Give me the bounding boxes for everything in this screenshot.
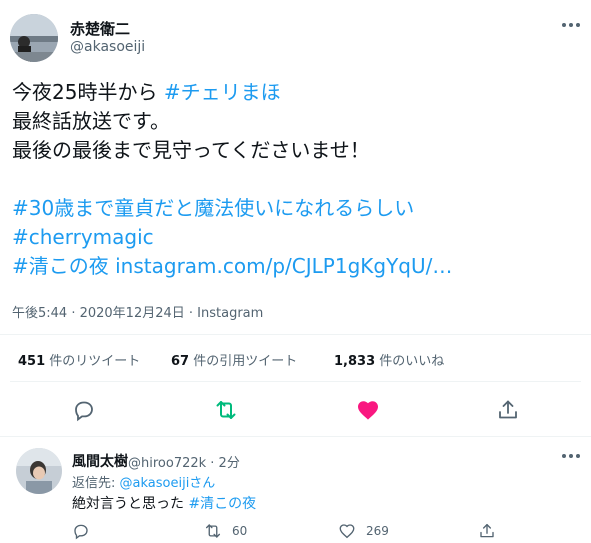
replying-to: 返信先: @akasoeijiさん: [72, 472, 215, 491]
retweet-icon: [205, 524, 221, 538]
retweet-count-label: 件のリツイート: [49, 354, 141, 369]
hashtag-link[interactable]: #cherrymagic: [12, 225, 154, 249]
quote-count-link[interactable]: 67 件の引用ツイート: [171, 350, 297, 369]
reply-like-count: 269: [366, 524, 389, 538]
text-segment: 最終話放送です。: [12, 109, 170, 133]
tweet-line: 最終話放送です。: [12, 107, 452, 136]
tweet-text: 今夜25時半から #チェリまほ 最終話放送です。 最後の最後まで見守ってください…: [12, 78, 452, 281]
like-count-label: 件のいいね: [379, 354, 445, 369]
tweet-line: #30歳まで童貞だと魔法使いになれるらしい: [12, 194, 452, 223]
more-icon[interactable]: [562, 450, 582, 464]
text-segment: 今夜25時半から: [12, 80, 164, 104]
author-display-name[interactable]: 赤楚衛二: [70, 18, 130, 39]
reply-icon[interactable]: [72, 398, 96, 422]
text-segment: 絶対言うと思った: [72, 496, 189, 512]
author-handle[interactable]: @akasoeiji: [70, 39, 145, 55]
like-count-link[interactable]: 1,833 件のいいね: [334, 350, 444, 369]
divider: [0, 334, 591, 335]
like-button[interactable]: 269: [338, 522, 389, 540]
author-avatar[interactable]: [10, 14, 58, 62]
reply-retweet-count: 60: [232, 524, 248, 538]
external-link[interactable]: instagram.com/p/CJLP1gKgYqU/…: [115, 254, 452, 278]
like-count: 1,833: [334, 354, 376, 369]
retweet-icon[interactable]: [214, 398, 238, 422]
reply-icon[interactable]: [72, 522, 90, 540]
divider: [10, 381, 581, 382]
tweet-line: #清この夜 instagram.com/p/CJLP1gKgYqU/…: [12, 252, 452, 281]
main-tweet: 赤楚衛二 @akasoeiji 今夜25時半から #チェリまほ 最終話放送です。…: [0, 0, 591, 437]
retweet-button[interactable]: 60: [204, 522, 247, 540]
reply-tweet[interactable]: 風間太樹 @hiroo722k · 2分 返信先: @akasoeijiさん 絶…: [0, 438, 591, 543]
tweet-line: 今夜25時半から #チェリまほ: [12, 78, 452, 107]
hashtag-link[interactable]: #30歳まで童貞だと魔法使いになれるらしい: [12, 196, 414, 220]
tweet-line: #cherrymagic: [12, 223, 452, 252]
share-icon[interactable]: [478, 522, 496, 540]
reply-text: 絶対言うと思った #清この夜: [72, 493, 256, 513]
retweet-count-link[interactable]: 451 件のリツイート: [18, 350, 140, 369]
like-icon: [339, 524, 355, 539]
hashtag-link[interactable]: #清この夜: [188, 496, 256, 512]
like-icon[interactable]: [356, 398, 380, 422]
text-segment: 最後の最後まで見守ってくださいませ！: [12, 138, 370, 162]
quote-count-label: 件の引用ツイート: [193, 354, 298, 369]
hashtag-link[interactable]: #チェリまほ: [164, 80, 281, 104]
quote-count: 67: [171, 354, 190, 369]
share-icon[interactable]: [496, 398, 520, 422]
reply-author-handle[interactable]: @hiroo722k · 2分: [128, 452, 240, 471]
hashtag-link[interactable]: #清この夜: [12, 254, 109, 278]
replying-to-label: 返信先:: [72, 476, 120, 491]
tweet-timestamp[interactable]: 午後5:44 · 2020年12月24日 · Instagram: [12, 302, 263, 321]
reply-author-name[interactable]: 風間太樹: [72, 451, 128, 471]
replying-to-handle[interactable]: @akasoeijiさん: [120, 476, 216, 491]
retweet-count: 451: [18, 354, 46, 369]
tweet-line: 最後の最後まで見守ってくださいませ！: [12, 136, 452, 165]
more-icon[interactable]: [562, 19, 582, 33]
reply-author-avatar[interactable]: [16, 448, 62, 494]
